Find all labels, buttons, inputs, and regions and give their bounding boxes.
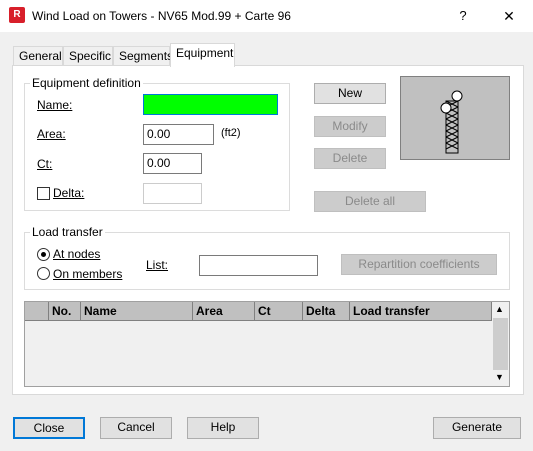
column-header-ct[interactable]: Ct <box>255 302 303 321</box>
delta-label-text: Delta: <box>53 186 85 200</box>
name-label: Name: <box>37 98 72 112</box>
at-nodes-label-text: At nodes <box>53 247 101 261</box>
at-nodes-radio[interactable] <box>37 248 50 261</box>
on-members-label: On members <box>53 267 122 281</box>
close-button[interactable]: Close <box>13 417 85 439</box>
help-icon[interactable]: ? <box>449 4 477 28</box>
on-members-radio[interactable] <box>37 267 50 280</box>
name-label-text: Name: <box>37 98 73 112</box>
column-header-load-transfer[interactable]: Load transfer <box>350 302 492 321</box>
area-unit: (ft2) <box>221 127 241 139</box>
tab-equipment-label: Equipment <box>176 46 234 60</box>
scroll-up-icon[interactable]: ▲ <box>495 304 504 314</box>
load-transfer-title: Load transfer <box>30 225 105 239</box>
window-title: Wind Load on Towers - NV65 Mod.99 + Cart… <box>32 9 291 23</box>
ct-field[interactable]: 0.00 <box>143 153 202 174</box>
scroll-thumb[interactable] <box>493 318 508 370</box>
list-field[interactable] <box>199 255 318 276</box>
tab-equipment[interactable]: Equipment <box>170 43 235 67</box>
row-header-corner <box>25 302 49 321</box>
delete-all-button[interactable]: Delete all <box>314 191 426 212</box>
app-icon: R <box>9 7 25 23</box>
ct-label-text: Ct: <box>37 157 53 171</box>
generate-button[interactable]: Generate <box>433 417 521 439</box>
area-field[interactable]: 0.00 <box>143 124 214 145</box>
delta-field[interactable] <box>143 183 202 204</box>
column-header-area[interactable]: Area <box>193 302 255 321</box>
delta-label: Delta: <box>53 186 84 200</box>
table-scrollbar[interactable]: ▲ ▼ <box>492 302 509 386</box>
on-members-label-text: On members <box>53 267 123 281</box>
modify-button[interactable]: Modify <box>314 116 386 137</box>
cancel-button[interactable]: Cancel <box>100 417 172 439</box>
list-label-text: List: <box>146 258 169 272</box>
title-bar: R Wind Load on Towers - NV65 Mod.99 + Ca… <box>0 0 533 32</box>
delete-button[interactable]: Delete <box>314 148 386 169</box>
tab-specific[interactable]: Specific <box>63 46 113 66</box>
close-icon[interactable]: ✕ <box>495 4 523 28</box>
column-header-delta[interactable]: Delta <box>303 302 350 321</box>
tab-segments[interactable]: Segments <box>113 46 174 66</box>
area-label: Area: <box>37 127 66 141</box>
delta-checkbox[interactable] <box>37 187 50 200</box>
tab-general-label: General <box>19 49 62 63</box>
equipment-table[interactable]: No. Name Area Ct Delta Load transfer ▲ ▼ <box>24 301 510 387</box>
name-field[interactable] <box>143 94 278 115</box>
equipment-definition-title: Equipment definition <box>30 76 143 90</box>
tower-preview <box>400 76 510 160</box>
tower-icon <box>440 90 463 154</box>
area-label-text: Area: <box>37 127 66 141</box>
tab-general[interactable]: General <box>13 46 63 66</box>
list-label: List: <box>146 258 168 272</box>
help-button[interactable]: Help <box>187 417 259 439</box>
scroll-down-icon[interactable]: ▼ <box>495 372 504 382</box>
ct-label: Ct: <box>37 157 52 171</box>
tab-specific-label: Specific <box>69 49 112 63</box>
new-button[interactable]: New <box>314 83 386 104</box>
column-header-name[interactable]: Name <box>81 302 193 321</box>
column-header-no[interactable]: No. <box>49 302 81 321</box>
repartition-coefficients-button[interactable]: Repartition coefficients <box>341 254 497 275</box>
at-nodes-label: At nodes <box>53 247 100 261</box>
tab-segments-label: Segments <box>119 49 174 63</box>
